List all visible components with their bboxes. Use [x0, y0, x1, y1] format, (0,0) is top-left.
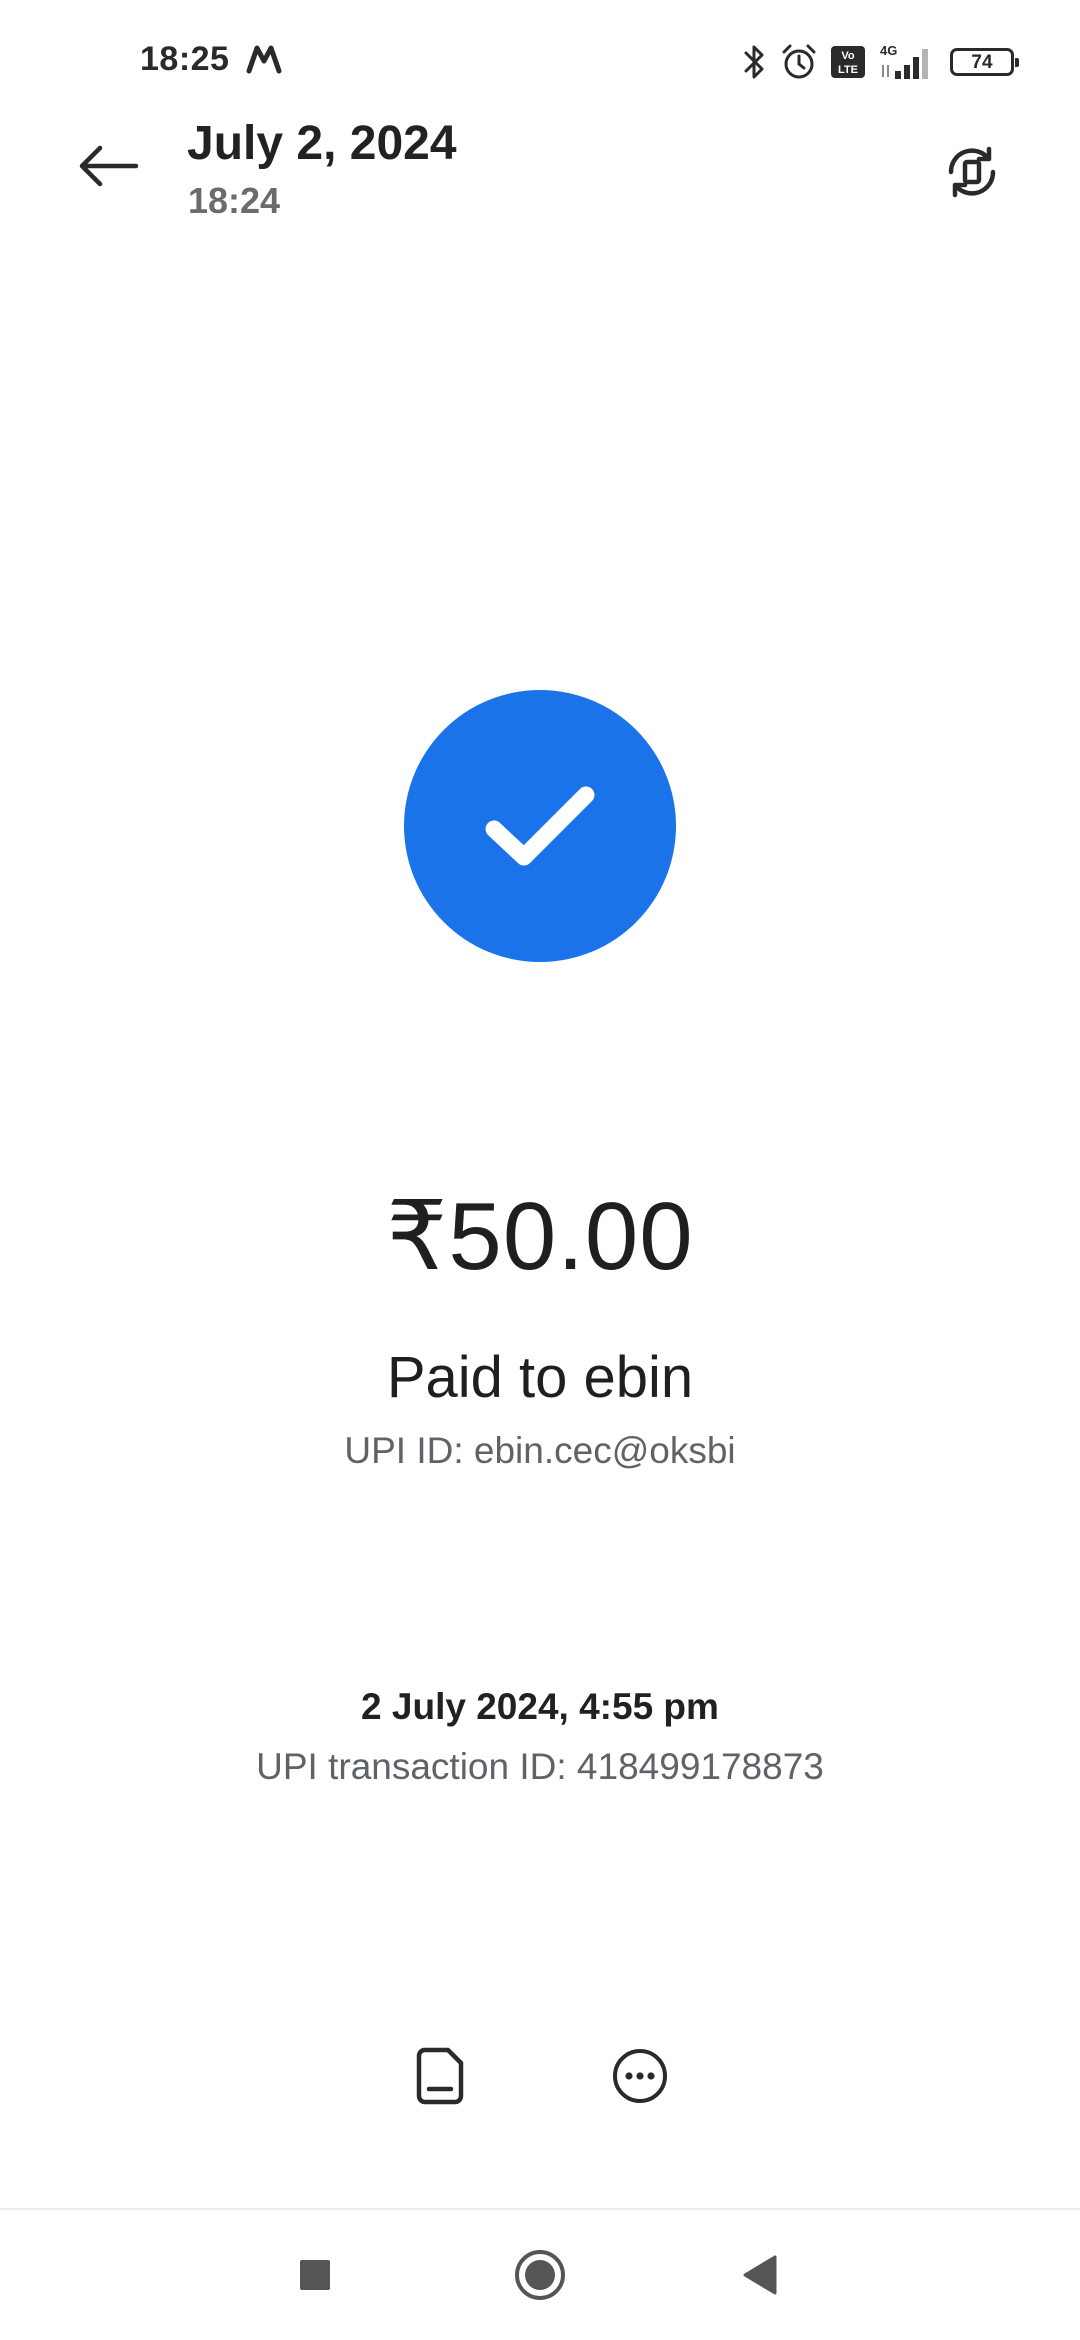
- status-time: 18:25: [140, 40, 230, 78]
- more-options-icon: [613, 2049, 667, 2103]
- arrow-left-icon: [79, 145, 139, 187]
- alarm-icon: [782, 44, 816, 79]
- upi-id: UPI ID: ebin.cec@oksbi: [344, 1430, 736, 1471]
- rotate-screen-button[interactable]: [930, 130, 1014, 214]
- more-options-button[interactable]: [595, 2031, 685, 2121]
- recents-square-icon: [300, 2260, 330, 2290]
- volte-icon: Vo LTE: [831, 46, 865, 78]
- status-bar: 18:25 Vo LTE 4G 74: [0, 0, 1080, 120]
- transaction-datetime: 2 July 2024, 4:55 pm: [361, 1686, 719, 1727]
- nav-back-button[interactable]: [720, 2235, 800, 2315]
- svg-text:LTE: LTE: [838, 64, 858, 76]
- signal-4g-icon: 4G: [880, 43, 928, 79]
- home-button[interactable]: [500, 2235, 580, 2315]
- back-button[interactable]: [60, 126, 156, 206]
- checkmark-icon: [485, 786, 595, 866]
- payee-name: Paid to ebin: [386, 1345, 694, 1410]
- rotate-screen-icon: [948, 146, 996, 198]
- page-title: July 2, 2024: [187, 117, 457, 170]
- document-icon: [416, 2047, 464, 2105]
- page-subtitle: 18:24: [188, 180, 281, 221]
- volte-text: Vo: [841, 50, 855, 62]
- transaction-id: UPI transaction ID: 418499178873: [256, 1746, 824, 1787]
- battery-icon: 74: [950, 48, 1019, 76]
- battery-level: 74: [971, 51, 993, 73]
- back-triangle-icon: [743, 2255, 777, 2295]
- m-logo-icon: [246, 45, 282, 74]
- bluetooth-icon: [744, 45, 764, 79]
- status-icons: Vo LTE 4G 74: [742, 40, 1019, 84]
- success-badge: [404, 690, 676, 962]
- network-label: 4G: [880, 43, 897, 58]
- recents-button[interactable]: [275, 2235, 355, 2315]
- payment-amount: ₹50.00: [386, 1183, 694, 1290]
- system-nav-bar: [0, 2210, 1080, 2340]
- home-circle-icon: [515, 2250, 565, 2300]
- document-button[interactable]: [395, 2031, 485, 2121]
